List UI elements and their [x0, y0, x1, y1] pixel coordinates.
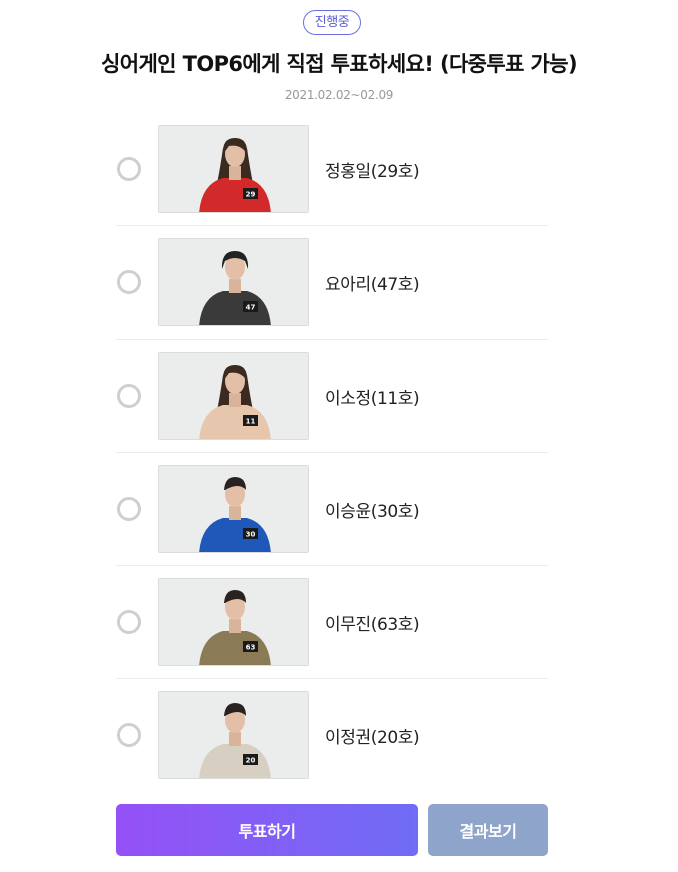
candidate-photo: 11: [158, 351, 309, 440]
candidate-photo: 63: [158, 578, 309, 667]
candidate-name: 요아리(47호): [325, 275, 420, 296]
radio-button[interactable]: [117, 496, 141, 521]
candidate-name: 이무진(63호): [325, 615, 420, 636]
number-tag: 11: [246, 417, 256, 425]
candidate-name: 정홍일(29호): [325, 162, 420, 182]
number-tag: 20: [246, 757, 256, 765]
number-tag: 30: [246, 530, 256, 538]
number-tag: 29: [246, 191, 256, 199]
candidate-photo: 30: [158, 464, 309, 553]
candidate-photo: 47: [158, 238, 309, 327]
candidate-item[interactable]: 47 요아리(47호): [116, 226, 548, 340]
candidate-item[interactable]: 30 이승윤(30호): [116, 453, 548, 567]
number-tag: 63: [246, 644, 256, 652]
radio-button[interactable]: [117, 157, 141, 181]
vote-button[interactable]: 투표하기: [116, 804, 418, 856]
candidate-item[interactable]: 11 이소정(11호): [116, 340, 548, 453]
candidate-item[interactable]: 63 이무진(63호): [116, 566, 548, 680]
radio-button[interactable]: [117, 610, 141, 635]
poll-period: 2021.02.02~02.09: [284, 88, 394, 102]
view-results-button[interactable]: 결과보기: [428, 804, 548, 856]
candidate-list: 29 정홍일(29호) 47 요아리(47호) 11 이소정(11호) 30 이…: [116, 113, 548, 793]
candidate-item[interactable]: 29 정홍일(29호): [116, 113, 548, 227]
candidate-name: 이승윤(30호): [325, 501, 420, 522]
radio-button[interactable]: [117, 723, 141, 748]
candidate-name: 이정권(20호): [325, 728, 420, 749]
candidate-name: 이소정(11호): [325, 388, 420, 409]
candidate-photo: 29: [158, 125, 309, 213]
number-tag: 47: [246, 304, 256, 312]
status-badge: 진행중: [303, 10, 361, 35]
radio-button[interactable]: [117, 383, 141, 408]
poll-title: 싱어게인 TOP6에게 직접 투표하세요! (다중투표 가능): [101, 52, 578, 76]
candidate-item[interactable]: 20 이정권(20호): [116, 679, 548, 792]
candidate-photo: 20: [158, 691, 309, 780]
radio-button[interactable]: [117, 270, 141, 295]
